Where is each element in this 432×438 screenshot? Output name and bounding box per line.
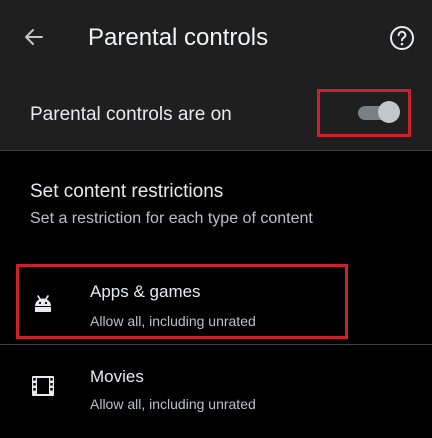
apps-games-highlight-box [16,264,348,339]
page-title: Parental controls [88,24,269,51]
back-button[interactable] [16,22,52,52]
app-bar: Parental controls [0,0,432,72]
divider [0,150,432,151]
movie-icon [30,373,56,399]
list-item-title: Movies [90,367,144,386]
list-item-subtitle: Allow all, including unrated [90,396,256,412]
arrow-left-icon [25,29,43,45]
toggle-highlight-box [317,89,411,137]
section-subtitle: Set a restriction for each type of conte… [30,210,313,227]
parental-controls-status-label: Parental controls are on [30,104,232,125]
help-circle-icon [390,26,414,50]
list-item-movies[interactable]: Movies Allow all, including unrated [0,348,432,428]
section-title: Set content restrictions [30,181,224,202]
help-button[interactable] [387,23,417,53]
divider [0,344,432,345]
